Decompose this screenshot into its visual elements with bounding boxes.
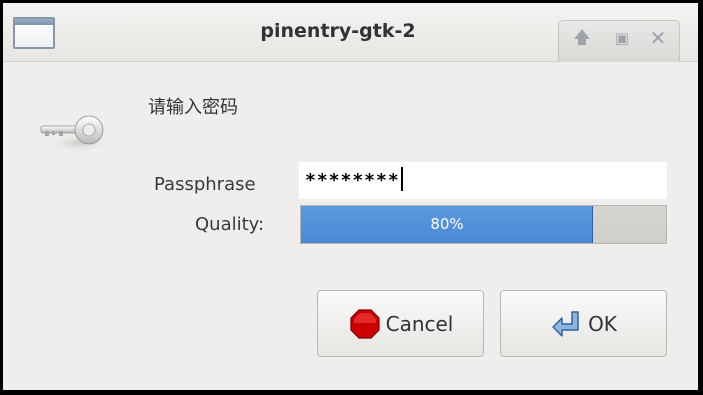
quality-label: Quality: <box>195 214 265 235</box>
return-arrow-icon <box>552 310 579 337</box>
maximize-button[interactable]: ▣ <box>611 27 633 49</box>
prompt-text: 请输入密码 <box>148 97 238 118</box>
passphrase-input[interactable]: ******** <box>299 162 667 199</box>
cancel-label: Cancel <box>385 311 454 336</box>
title-bar[interactable]: pinentry-gtk-2 🡅 ▣ ✕ <box>3 3 698 62</box>
minimize-button[interactable]: 🡅 <box>571 27 593 49</box>
ok-button[interactable]: OK <box>500 290 667 357</box>
passphrase-value: ******** <box>305 170 400 191</box>
window-title: pinentry-gtk-2 <box>260 20 416 42</box>
window-controls: 🡅 ▣ ✕ <box>558 20 680 62</box>
stop-icon <box>350 308 380 339</box>
quality-progress-bar: 80% <box>300 205 667 244</box>
pinentry-window: pinentry-gtk-2 🡅 ▣ ✕ 请输入密码 Passphrase **… <box>3 3 698 390</box>
passphrase-label: Passphrase <box>154 174 256 195</box>
ok-label: OK <box>588 311 617 336</box>
cancel-button[interactable]: Cancel <box>317 290 484 357</box>
text-caret <box>400 167 403 191</box>
key-icon <box>40 115 111 153</box>
window-app-icon[interactable] <box>13 17 55 49</box>
close-button[interactable]: ✕ <box>647 27 669 49</box>
quality-progress-text: 80% <box>430 215 464 233</box>
